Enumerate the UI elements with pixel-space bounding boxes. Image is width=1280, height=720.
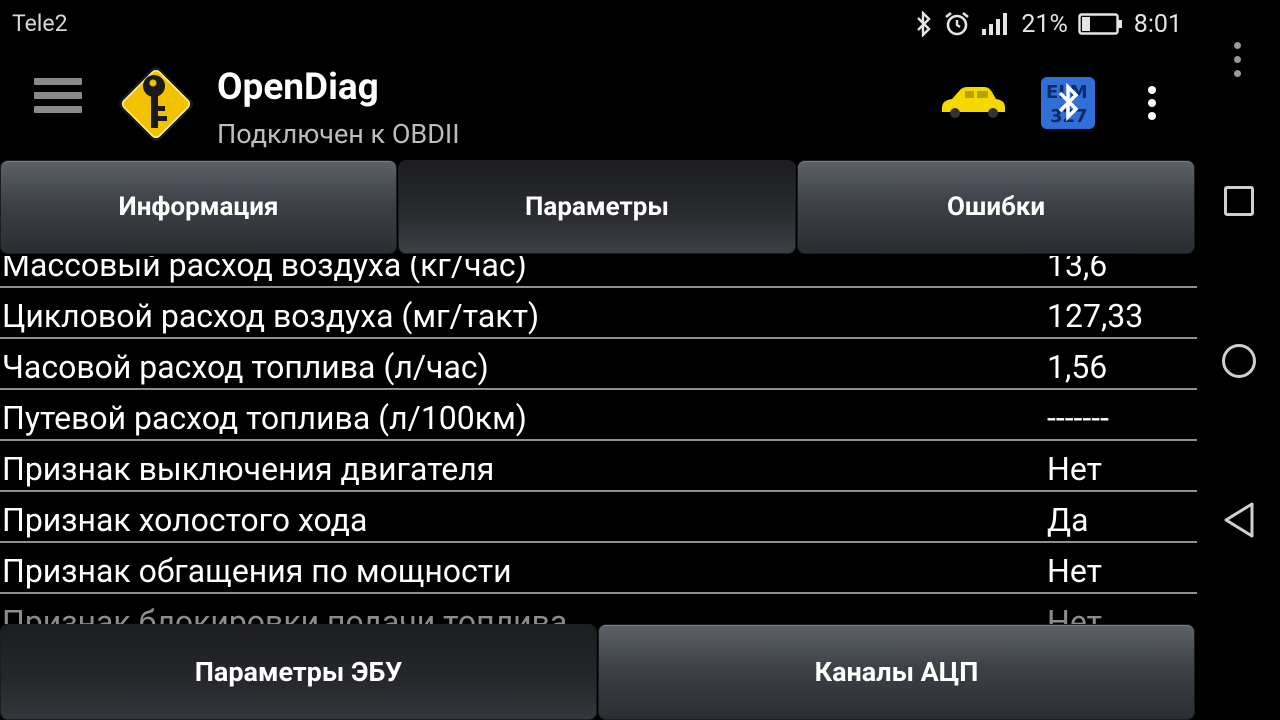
app-bar: OpenDiag Подключен к OBDII ELM 327	[0, 48, 1200, 160]
app-title: OpenDiag	[217, 66, 379, 109]
tab-errors[interactable]: Ошибки	[797, 160, 1195, 254]
tab-parameters[interactable]: Параметры	[398, 160, 796, 254]
overflow-menu-icon[interactable]	[1142, 86, 1162, 126]
battery-icon	[1078, 12, 1124, 36]
parameter-name: Признак блокировки подачи топлива	[2, 603, 568, 624]
list-item: Путевой расход топлива (л/100км) -------	[0, 391, 1197, 441]
signal-icon	[981, 12, 1011, 36]
parameter-name: Признак выключения двигателя	[2, 450, 495, 488]
adc-channels-button[interactable]: Каналы АЦП	[598, 624, 1195, 720]
ecu-parameters-button[interactable]: Параметры ЭБУ	[0, 624, 597, 720]
bluetooth-elm327-icon[interactable]: ELM 327	[1040, 76, 1096, 130]
clock-time: 8:01	[1133, 9, 1182, 39]
parameter-name: Массовый расход воздуха (кг/час)	[2, 256, 527, 284]
list-item: Признак холостого хода Да	[0, 493, 1197, 543]
parameter-value: Нет	[1047, 603, 1103, 624]
nav-dots-icon	[1234, 42, 1244, 84]
bluetooth-icon	[915, 11, 933, 37]
parameter-name: Путевой расход топлива (л/100км)	[2, 399, 527, 437]
status-bar: Tele2 21% 8:01	[0, 0, 1200, 48]
home-circle-icon[interactable]	[1222, 344, 1256, 378]
bottom-tab-bar: Параметры ЭБУ Каналы АЦП	[0, 624, 1200, 720]
tab-bar: Информация Параметры Ошибки	[0, 160, 1200, 256]
parameter-name: Признак обгащения по мощности	[2, 552, 512, 590]
list-item: Признак выключения двигателя Нет	[0, 442, 1197, 492]
tab-information[interactable]: Информация	[0, 160, 397, 254]
parameter-value: -------	[1047, 399, 1109, 437]
menu-icon[interactable]	[34, 78, 82, 128]
back-triangle-icon[interactable]	[1220, 500, 1258, 540]
navigation-bar	[1200, 0, 1280, 720]
recents-square-icon[interactable]	[1224, 186, 1254, 216]
connection-status: Подключен к OBDII	[217, 118, 460, 150]
parameter-value: 13,6	[1047, 256, 1108, 284]
list-item: Массовый расход воздуха (кг/час) 13,6	[0, 256, 1197, 288]
alarm-icon	[943, 10, 971, 38]
key-logo-icon	[108, 56, 204, 152]
parameter-value: Нет	[1047, 450, 1103, 488]
parameter-value: 1,56	[1047, 348, 1108, 386]
list-item: Цикловой расход воздуха (мг/такт) 127,33	[0, 289, 1197, 339]
battery-percent: 21%	[1021, 9, 1068, 39]
app-window: Tele2 21% 8:01 OpenDiag Подключен к OBDI…	[0, 0, 1200, 720]
list-item: Признак блокировки подачи топлива Нет	[0, 595, 1197, 624]
car-icon[interactable]	[938, 84, 1008, 120]
parameter-value: 127,33	[1047, 297, 1144, 335]
list-item: Часовой расход топлива (л/час) 1,56	[0, 340, 1197, 390]
parameter-name: Признак холостого хода	[2, 501, 368, 539]
parameter-name: Часовой расход топлива (л/час)	[2, 348, 489, 386]
parameter-name: Цикловой расход воздуха (мг/такт)	[2, 297, 540, 335]
parameter-value: Нет	[1047, 552, 1103, 590]
parameter-list[interactable]: Массовый расход воздуха (кг/час) 13,6 Ци…	[0, 256, 1197, 624]
status-icons: 21% 8:01	[915, 8, 1182, 40]
carrier-label: Tele2	[12, 10, 68, 37]
list-item: Признак обгащения по мощности Нет	[0, 544, 1197, 594]
parameter-value: Да	[1047, 501, 1089, 539]
